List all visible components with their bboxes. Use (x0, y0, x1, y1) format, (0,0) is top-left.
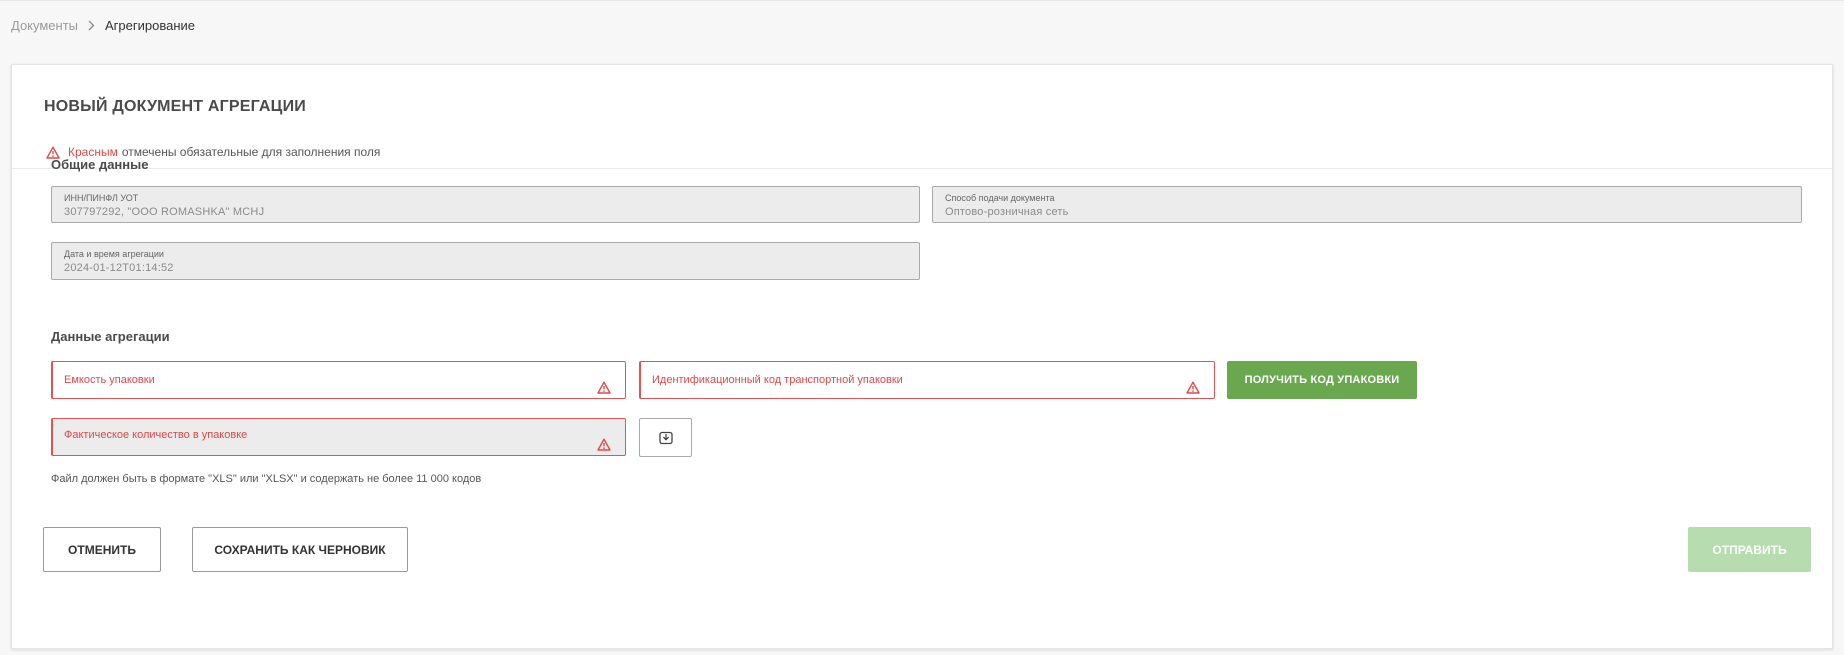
file-format-hint: Файл должен быть в формате "XLS" или "XL… (51, 473, 482, 485)
aggregation-datetime-label: Дата и время агрегации (64, 249, 164, 259)
breadcrumb: Документы Агрегирование (11, 17, 195, 33)
breadcrumb-documents-link[interactable]: Документы (11, 18, 78, 33)
submission-method-field[interactable]: Способ подачи документа Оптово-розничная… (932, 186, 1802, 223)
breadcrumb-current: Агрегирование (105, 17, 196, 33)
transport-package-code-input[interactable]: Идентификационный код транспортной упако… (639, 361, 1215, 399)
aggregation-datetime-value: 2024-01-12T01:14:52 (64, 262, 174, 274)
transport-package-code-placeholder: Идентификационный код транспортной упако… (652, 374, 903, 386)
cancel-button[interactable]: ОТМЕНИТЬ (43, 527, 161, 572)
submission-method-label: Способ подачи документа (945, 193, 1055, 203)
header-divider (12, 168, 1832, 169)
general-data-heading: Общие данные (51, 157, 149, 172)
actual-quantity-input[interactable]: Фактическое количество в упаковке (51, 418, 626, 456)
inn-field[interactable]: ИНН/ПИНФЛ УОТ 307797292, "ООО ROMASHKA" … (51, 186, 920, 223)
submission-method-value: Оптово-розничная сеть (945, 206, 1069, 218)
get-package-code-button[interactable]: ПОЛУЧИТЬ КОД УПАКОВКИ (1227, 361, 1417, 399)
warning-triangle-icon (1186, 381, 1200, 394)
save-draft-button[interactable]: СОХРАНИТЬ КАК ЧЕРНОВИК (192, 527, 408, 572)
required-note-text: отмечены обязательные для заполнения пол… (121, 145, 381, 159)
chevron-right-icon (88, 20, 95, 31)
warning-triangle-icon (597, 381, 611, 394)
warning-triangle-icon (597, 438, 611, 451)
document-card: НОВЫЙ ДОКУМЕНТ АГРЕГАЦИИ Красным отмечен… (11, 64, 1833, 649)
page-title: НОВЫЙ ДОКУМЕНТ АГРЕГАЦИИ (44, 98, 306, 115)
inn-field-value: 307797292, "ООО ROMASHKA" MCHJ (64, 206, 265, 218)
inn-field-label: ИНН/ПИНФЛ УОТ (64, 193, 139, 203)
actual-quantity-placeholder: Фактическое количество в упаковке (64, 429, 248, 441)
aggregation-data-heading: Данные агрегации (51, 329, 170, 344)
download-tray-icon (658, 431, 673, 445)
submit-button[interactable]: ОТПРАВИТЬ (1688, 527, 1811, 572)
package-capacity-input[interactable]: Емкость упаковки (51, 361, 626, 399)
package-capacity-placeholder: Емкость упаковки (64, 374, 155, 386)
upload-file-button[interactable] (639, 418, 692, 457)
aggregation-datetime-field[interactable]: Дата и время агрегации 2024-01-12T01:14:… (51, 242, 920, 280)
page: Документы Агрегирование НОВЫЙ ДОКУМЕНТ А… (0, 0, 1844, 655)
top-divider (0, 0, 1844, 1)
